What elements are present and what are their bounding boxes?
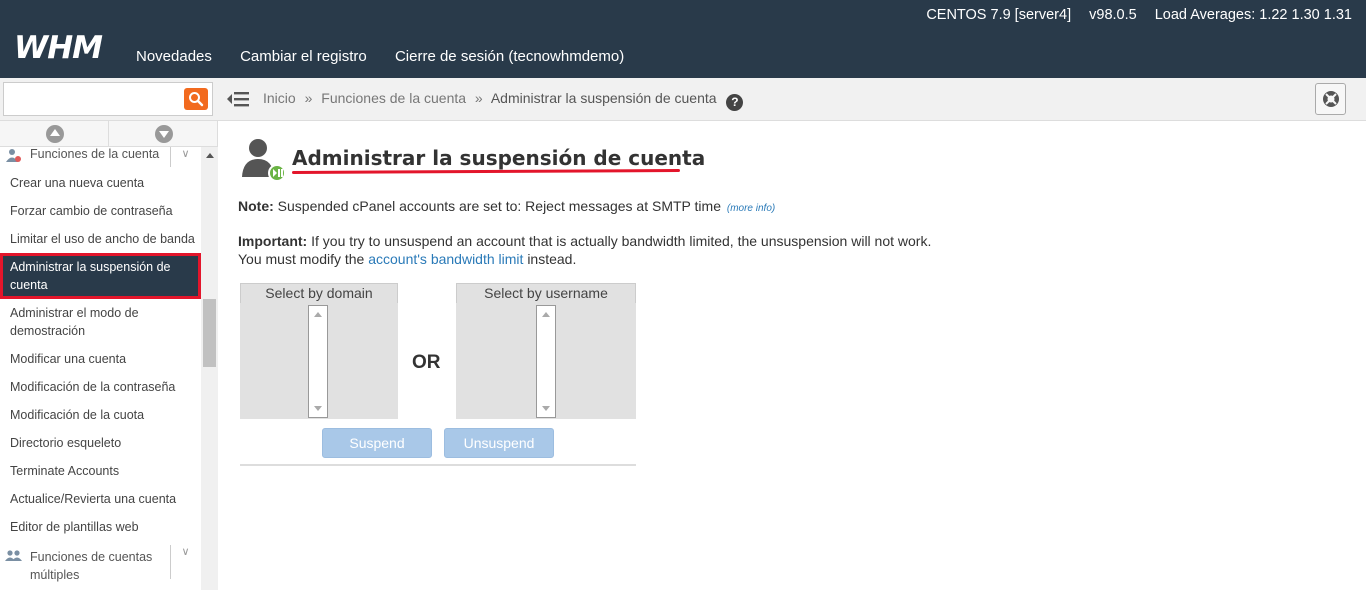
nav-novedades[interactable]: Novedades (136, 48, 212, 65)
search-input[interactable] (4, 83, 184, 115)
sidebar-item-editor-plantillas[interactable]: Editor de plantillas web (0, 513, 201, 541)
search-box (3, 82, 213, 116)
domain-select-list[interactable] (308, 305, 328, 418)
whm-version: v98.0.5 (1089, 7, 1137, 23)
sidebar-collapse-up[interactable] (0, 121, 109, 147)
sub-bar: Inicio » Funciones de la cuenta » Admini… (0, 78, 1366, 121)
system-info: CENTOS 7.9 [server4] v98.0.5 Load Averag… (912, 7, 1352, 23)
chevron-down-icon[interactable]: ∨ (170, 545, 200, 579)
note-label: Note: (238, 198, 274, 214)
scroll-up-icon[interactable] (542, 312, 550, 317)
breadcrumb: Inicio » Funciones de la cuenta » Admini… (263, 90, 744, 111)
select-by-username-label: Select by username (456, 283, 636, 303)
sidebar-item-suspension[interactable]: Administrar la suspensión de cuenta (0, 253, 201, 299)
breadcrumb-inicio[interactable]: Inicio (263, 90, 296, 106)
menu-toggle-icon[interactable] (226, 89, 250, 109)
note-body: Suspended cPanel accounts are set to: Re… (277, 198, 721, 214)
sidebar-item-limitar-ancho-banda[interactable]: Limitar el uso de ancho de banda (0, 225, 201, 253)
user-group-icon (5, 550, 22, 561)
sidebar: Funciones de la cuenta ∨ Crear una nueva… (0, 121, 218, 590)
close-button[interactable] (1315, 83, 1346, 115)
select-by-domain-label: Select by domain (240, 283, 398, 303)
scroll-down-icon[interactable] (314, 406, 322, 411)
user-group-icon (6, 149, 21, 162)
sidebar-item-forzar-contrasena[interactable]: Forzar cambio de contraseña (0, 197, 201, 225)
sidebar-item-terminate-accounts[interactable]: Terminate Accounts (0, 457, 201, 485)
main-content: Administrar la suspensión de cuenta Note… (218, 121, 1366, 590)
note-text: Note: Suspended cPanel accounts are set … (238, 198, 775, 214)
sidebar-item-actualice-revierta[interactable]: Actualice/Revierta una cuenta (0, 485, 201, 513)
lifebuoy-icon (1323, 91, 1339, 107)
important-text: Important: If you try to unsuspend an ac… (238, 232, 958, 268)
sidebar-item-directorio-esqueleto[interactable]: Directorio esqueleto (0, 429, 201, 457)
unsuspend-button[interactable]: Unsuspend (444, 428, 554, 458)
bandwidth-limit-link[interactable]: account's bandwidth limit (368, 251, 523, 267)
load-averages: Load Averages: 1.22 1.30 1.31 (1154, 7, 1352, 23)
breadcrumb-funciones[interactable]: Funciones de la cuenta (321, 90, 466, 106)
user-suspend-icon (242, 139, 286, 182)
domain-list-container (240, 303, 398, 419)
chevron-down-icon[interactable]: ∨ (170, 147, 200, 167)
os-version: CENTOS 7.9 [server4] (926, 7, 1072, 23)
breadcrumb-current: Administrar la suspensión de cuenta (490, 90, 717, 106)
arrow-down-icon (155, 125, 173, 143)
title-highlight-underline (291, 168, 681, 175)
search-button[interactable] (184, 88, 208, 110)
sidebar-category-funciones[interactable]: Funciones de la cuenta ∨ (0, 147, 201, 167)
sidebar-item-modo-demostracion[interactable]: Administrar el modo de demostración (0, 299, 201, 345)
or-separator: OR (412, 352, 441, 373)
top-header: WHM Novedades Cambiar el registro Cierre… (0, 0, 1366, 78)
select-by-username-panel: Select by username (456, 283, 636, 419)
page-title: Administrar la suspensión de cuenta (292, 146, 706, 170)
nav-logout[interactable]: Cierre de sesión (tecnowhmdemo) (395, 48, 624, 65)
username-select-list[interactable] (536, 305, 556, 418)
important-body: If you try to unsuspend an account that … (238, 233, 932, 267)
breadcrumb-separator: » (474, 90, 483, 106)
sidebar-list: Funciones de la cuenta ∨ Crear una nueva… (0, 147, 201, 590)
suspend-button[interactable]: Suspend (322, 428, 432, 458)
nav-cambiar-registro[interactable]: Cambiar el registro (240, 48, 367, 65)
search-icon (189, 92, 204, 107)
sidebar-item-modificacion-cuota[interactable]: Modificación de la cuota (0, 401, 201, 429)
sidebar-category-label: Funciones de cuentas múltiples (30, 550, 153, 582)
sidebar-collapse-controls (0, 121, 218, 147)
help-icon[interactable]: ? (726, 94, 744, 111)
select-by-domain-panel: Select by domain (240, 283, 398, 419)
sidebar-category-multiples[interactable]: Funciones de cuentas múltiples ∨ (0, 545, 201, 587)
divider (240, 464, 636, 466)
more-info-link[interactable]: (more info) (727, 203, 775, 214)
important-tail: instead. (527, 251, 577, 267)
breadcrumb-separator: » (304, 90, 313, 106)
scroll-down-icon[interactable] (542, 406, 550, 411)
sidebar-expand-down[interactable] (109, 121, 218, 147)
important-label: Important: (238, 233, 308, 249)
sidebar-item-modificar-cuenta[interactable]: Modificar una cuenta (0, 345, 201, 373)
top-nav: Novedades Cambiar el registro Cierre de … (136, 48, 648, 65)
sidebar-item-modificacion-contrasena[interactable]: Modificación de la contraseña (0, 373, 201, 401)
sidebar-category-label: Funciones de la cuenta (30, 147, 160, 161)
scroll-up-icon[interactable] (314, 312, 322, 317)
sidebar-scrollbar[interactable] (201, 147, 218, 590)
username-list-container (456, 303, 636, 419)
arrow-up-icon (46, 125, 64, 143)
whm-logo[interactable]: WHM (14, 30, 103, 66)
scrollbar-thumb[interactable] (203, 299, 216, 367)
scroll-up-icon[interactable] (206, 153, 214, 158)
sidebar-item-crear-cuenta[interactable]: Crear una nueva cuenta (0, 169, 201, 197)
